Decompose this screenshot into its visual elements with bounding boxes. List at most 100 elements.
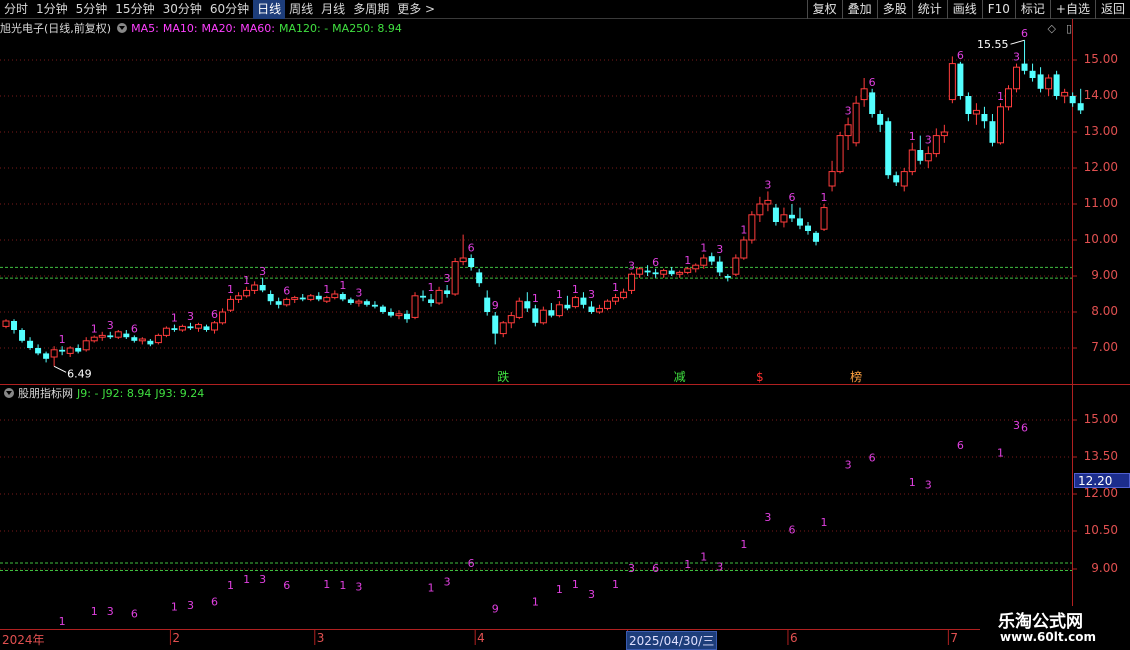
candle-body (972, 109, 980, 115)
window-icon[interactable]: ▯ (1066, 22, 1072, 35)
candle-body (171, 328, 178, 330)
candle-body (564, 304, 571, 309)
period-tab[interactable]: 多周期 (349, 0, 393, 19)
count-label: 3 (588, 288, 595, 301)
indicator-count-label: 1 (227, 579, 234, 592)
period-tabs: 分时 1分钟 5分钟 15分钟 30分钟 60分钟 日线 周线 月线 多周期 更多 > (0, 0, 439, 19)
candle-body (459, 257, 467, 263)
toolbar-button[interactable]: 画线 (946, 0, 982, 19)
toolbar-button[interactable]: 叠加 (841, 0, 877, 19)
toolbar-button[interactable]: F10 (981, 0, 1015, 19)
candle-body (885, 121, 892, 176)
event-marker: 跌 (497, 369, 509, 384)
candle-body (299, 297, 306, 300)
candle-body (66, 347, 74, 354)
candle-body (283, 298, 291, 306)
count-label: 9 (492, 299, 499, 312)
candle-body (604, 300, 611, 309)
count-label: 6 (788, 191, 795, 204)
date-axis: 2024年 2 3 4 2025/04/30/三 6 7 (0, 630, 1072, 650)
toolbar-button[interactable]: +自选 (1049, 0, 1095, 19)
candle-body (331, 293, 339, 299)
candle-body (620, 291, 628, 299)
candle-body (492, 315, 499, 334)
candle-body (75, 348, 82, 352)
diamond-icon[interactable]: ◇ (1047, 22, 1055, 35)
indicator-count-label: 1 (821, 516, 828, 529)
candle-body (708, 256, 715, 262)
candle-body (499, 322, 507, 335)
candle-body (138, 338, 146, 342)
period-tab[interactable]: 月线 (317, 0, 349, 19)
count-label: 1 (556, 288, 563, 301)
candle-body (227, 298, 235, 311)
candle-body (275, 301, 282, 305)
indicator-tick: 9.00 (1091, 561, 1118, 575)
kline-chart[interactable]: 1111336611336611113366111133113366991111… (0, 0, 1130, 650)
toolbar-button[interactable]: 复权 (806, 0, 842, 19)
candle-body (315, 295, 322, 300)
indicator-title[interactable]: 股朋指标网 (18, 387, 73, 400)
period-tab[interactable]: 30分钟 (159, 0, 206, 19)
event-marker: 减 (674, 370, 686, 384)
indicator-count-label: 6 (283, 579, 290, 592)
period-tab[interactable]: 5分钟 (72, 0, 112, 19)
count-label: 1 (909, 130, 916, 143)
toolbar-button[interactable]: 统计 (911, 0, 947, 19)
stock-title[interactable]: 旭光电子(日线,前复权) (0, 22, 111, 35)
indicator-tick: 13.50 (1083, 449, 1118, 463)
indicator-count-label: 3 (845, 459, 852, 472)
indicator-count-label: 3 (444, 575, 451, 588)
candle-body (451, 261, 459, 295)
period-tab[interactable]: 15分钟 (111, 0, 158, 19)
indicator-count-label: 3 (588, 588, 595, 601)
period-tab[interactable]: 分时 (0, 0, 32, 19)
candle-body (636, 268, 644, 275)
candle-body (940, 131, 948, 137)
candle-body (291, 297, 299, 300)
candle-body (981, 114, 988, 122)
candle-body (411, 295, 419, 318)
count-label: 1 (428, 281, 435, 294)
candle-body (877, 114, 884, 125)
candle-body (395, 313, 403, 317)
candle-body (612, 297, 620, 302)
count-label: 1 (243, 274, 250, 287)
count-label: 3 (845, 105, 852, 118)
candle-body (580, 297, 587, 305)
date-label: 7 (950, 631, 958, 645)
period-tab[interactable]: 1分钟 (32, 0, 72, 19)
period-tab[interactable]: 更多 > (393, 0, 439, 19)
toolbar-button[interactable]: 标记 (1014, 0, 1050, 19)
period-tab[interactable]: 周线 (285, 0, 317, 19)
candle-body (203, 326, 210, 330)
toolbar-button[interactable]: 多股 (876, 0, 912, 19)
candle-body (59, 349, 66, 352)
indicator-count-label: 3 (925, 479, 932, 492)
candle-body (813, 232, 820, 242)
candle-body (379, 306, 386, 312)
candle-body (98, 334, 106, 338)
candle-body (2, 320, 10, 327)
count-label: 1 (997, 90, 1004, 103)
candle-body (748, 214, 756, 241)
indicator-count-label: 3 (259, 573, 266, 586)
count-label: 3 (764, 178, 771, 191)
dropdown-icon[interactable] (4, 388, 14, 398)
dropdown-icon[interactable] (117, 23, 128, 33)
low-pointer (53, 365, 67, 373)
candle-body (187, 326, 194, 329)
candle-body (756, 203, 764, 216)
period-tab[interactable]: 60分钟 (206, 0, 253, 19)
candle-body (211, 322, 219, 331)
indicator-count-label: 3 (628, 562, 635, 575)
candle-body (548, 310, 555, 316)
candle-body (428, 299, 435, 303)
candle-body (660, 270, 668, 275)
candle-body (740, 239, 748, 259)
count-label: 1 (59, 333, 66, 346)
toolbar-button[interactable]: 返回 (1094, 0, 1130, 19)
candle-body (1045, 77, 1053, 90)
candle-body (764, 199, 772, 205)
period-tab[interactable]: 日线 (253, 0, 286, 19)
